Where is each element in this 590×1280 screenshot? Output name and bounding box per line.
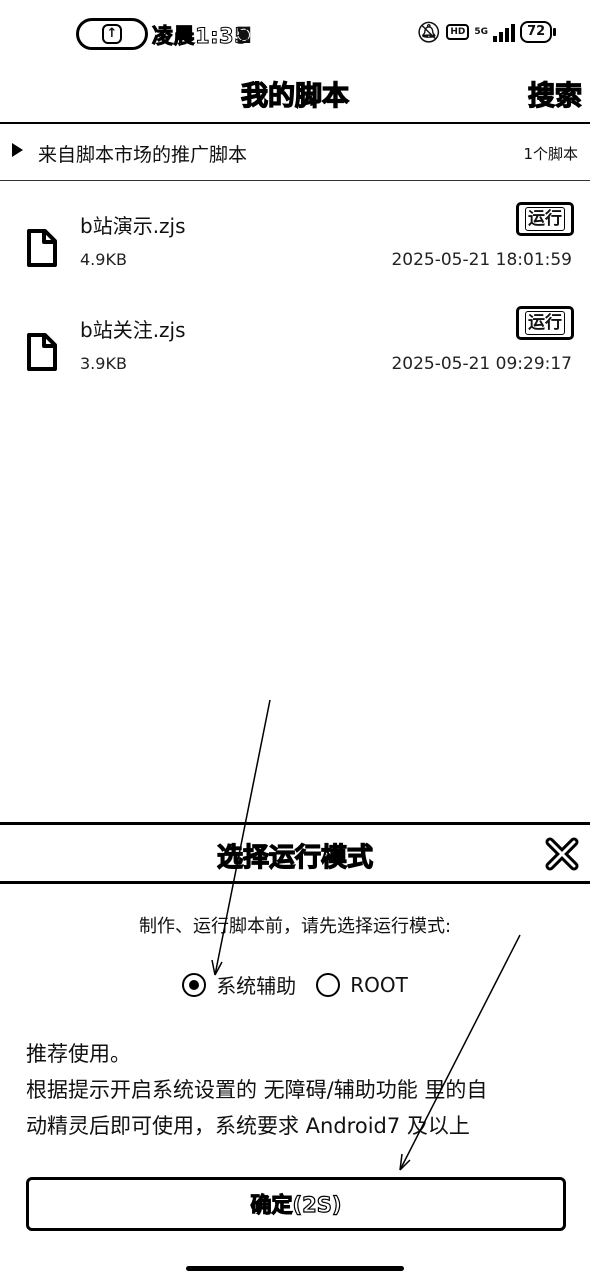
run-button-label: 运行 — [525, 207, 565, 231]
mode-label: 系统辅助 — [216, 974, 297, 998]
radio-unselected-icon[interactable] — [316, 972, 341, 997]
mode-option-root[interactable]: ROOT — [316, 972, 408, 997]
script-size: 4.9KB — [80, 250, 127, 269]
promo-label: 来自脚本市场的推广脚本 — [38, 144, 248, 166]
confirm-button[interactable]: 确定(2S) — [26, 1177, 566, 1231]
promo-scripts-row[interactable]: 来自脚本市场的推广脚本 1个脚本 — [0, 124, 590, 181]
search-button[interactable]: 搜索 — [527, 74, 582, 113]
close-icon[interactable] — [544, 836, 580, 872]
status-bar: ↑ 凌晨1:35 ◙ 🔕︎ HD 5G 72 — [0, 0, 590, 70]
desc-line: 动精灵后即可使用，系统要求 Android7 及以上 — [26, 1114, 470, 1138]
script-modified: 2025-05-21 18:01:59 — [391, 250, 572, 270]
mode-option-accessibility[interactable]: 系统辅助 — [182, 970, 296, 999]
script-name: b站关注.zjs — [80, 318, 186, 342]
system-icons: 🔕︎ HD 5G 72 — [416, 20, 557, 44]
notification-icon: ◙ — [236, 24, 252, 43]
signal-icon — [493, 22, 516, 42]
script-name: b站演示.zjs — [80, 214, 186, 238]
file-icon — [27, 333, 57, 371]
dialog-title: 选择运行模式 — [216, 842, 373, 873]
script-modified: 2025-05-21 09:29:17 — [391, 354, 572, 374]
dialog-prompt: 制作、运行脚本前，请先选择运行模式: — [138, 916, 452, 937]
promo-count: 1个脚本 — [523, 145, 578, 163]
hd-icon: HD — [446, 24, 470, 40]
run-mode-dialog: 选择运行模式 制作、运行脚本前，请先选择运行模式: 系统辅助 ROOT 推荐使用… — [0, 822, 590, 1280]
status-time: 凌晨1:35 — [151, 24, 250, 49]
app-header: 我的脚本 搜索 — [0, 70, 590, 124]
script-item[interactable]: b站关注.zjs 3.9KB 运行 2025-05-21 09:29:17 — [0, 306, 590, 414]
expand-arrow-icon — [12, 143, 23, 157]
run-button-label: 运行 — [525, 311, 565, 335]
confirm-button-label: 确定(2S) — [250, 1192, 342, 1217]
battery-icon: 72 — [520, 21, 557, 43]
run-button[interactable]: 运行 — [516, 202, 574, 236]
mode-label: ROOT — [350, 972, 408, 997]
mode-radio-group: 系统辅助 ROOT — [0, 970, 590, 999]
radio-selected-icon[interactable] — [182, 972, 207, 997]
5g-icon: 5G — [474, 26, 489, 37]
screen-record-pill[interactable]: ↑ — [76, 18, 148, 50]
home-indicator[interactable] — [186, 1266, 404, 1271]
page-title: 我的脚本 — [240, 80, 349, 112]
arrow-up-icon: ↑ — [102, 24, 122, 44]
mode-description: 推荐使用。 根据提示开启系统设置的 无障碍/辅助功能 里的自 动精灵后即可使用，… — [26, 1036, 576, 1144]
file-icon — [27, 229, 57, 267]
run-button[interactable]: 运行 — [516, 306, 574, 340]
desc-line: 推荐使用。 — [26, 1042, 131, 1066]
script-item[interactable]: b站演示.zjs 4.9KB 运行 2025-05-21 18:01:59 — [0, 202, 590, 310]
script-size: 3.9KB — [80, 354, 127, 373]
desc-line: 根据提示开启系统设置的 无障碍/辅助功能 里的自 — [26, 1078, 488, 1102]
mute-icon: 🔕︎ — [416, 20, 442, 44]
dialog-header: 选择运行模式 — [0, 822, 590, 884]
